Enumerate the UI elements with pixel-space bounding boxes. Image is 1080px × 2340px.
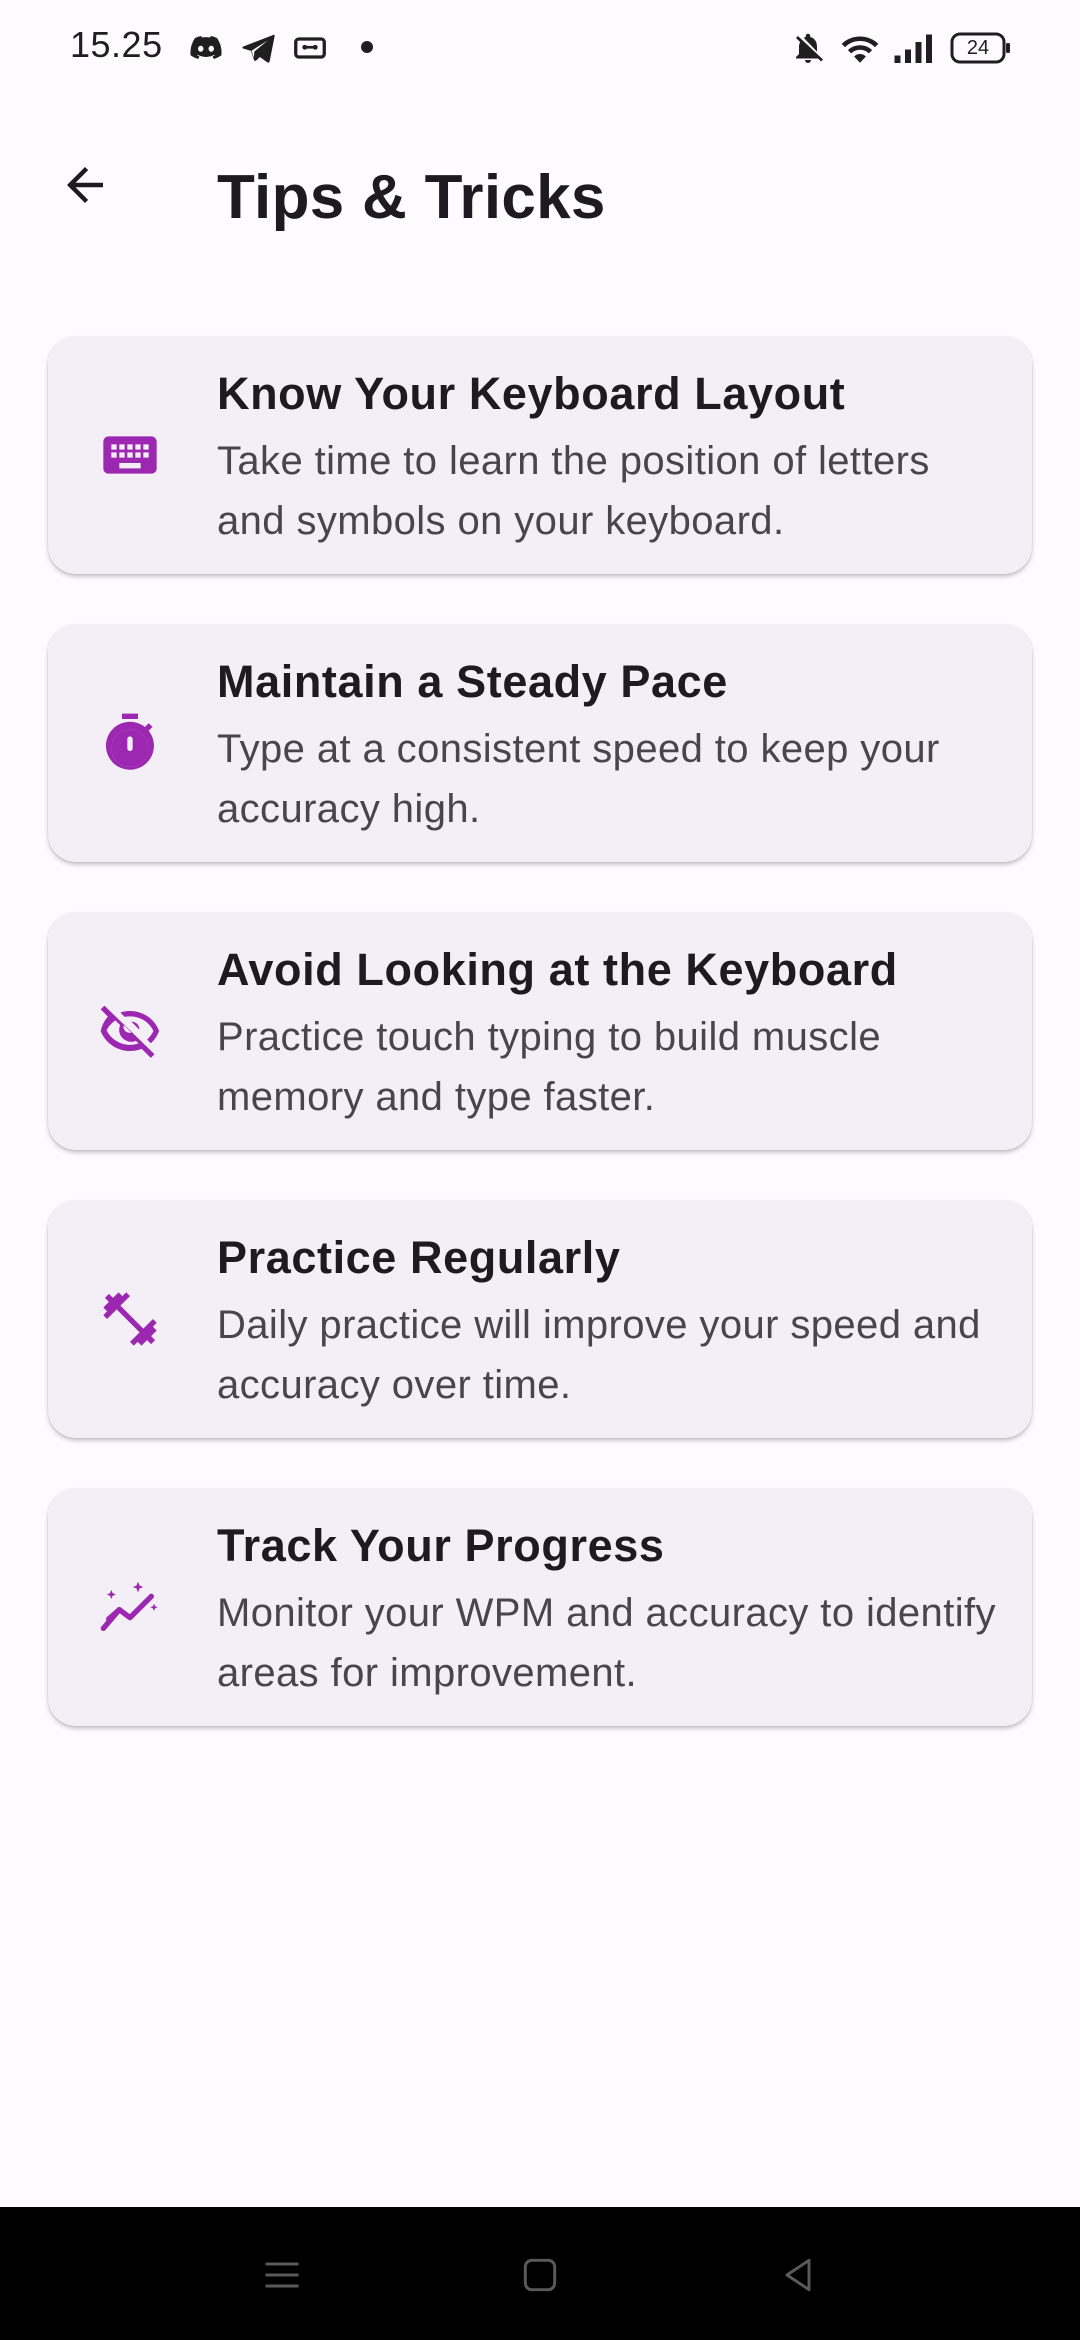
- back-triangle-icon: [785, 2258, 811, 2292]
- tip-title: Practice Regularly: [217, 1232, 621, 1283]
- fitness-icon: [98, 1287, 162, 1351]
- menu-icon: [265, 2262, 299, 2288]
- tip-card-steady-pace: Maintain a Steady Pace Type at a consist…: [48, 624, 1032, 862]
- tip-card-avoid-looking: Avoid Looking at the Keyboard Practice t…: [48, 912, 1032, 1150]
- system-nav-bar: [0, 2207, 1080, 2340]
- tip-description: Take time to learn the position of lette…: [217, 439, 930, 543]
- tip-description: Monitor your WPM and accuracy to identif…: [217, 1591, 996, 1695]
- menu-button[interactable]: [252, 2245, 312, 2305]
- page-title: Tips & Tricks: [217, 163, 606, 232]
- status-time: 15.25: [70, 24, 163, 65]
- discord-icon: [188, 30, 224, 71]
- signal-icon: [893, 30, 935, 71]
- battery-icon: 24: [950, 31, 1012, 70]
- arrow-left-icon: [67, 167, 103, 203]
- home-button[interactable]: [510, 2245, 570, 2305]
- cassette-icon: [292, 30, 328, 71]
- tip-description: Type at a consistent speed to keep your …: [217, 727, 940, 831]
- bell-off-icon: [790, 30, 826, 71]
- dot-icon: [360, 40, 374, 59]
- battery-level: 24: [966, 37, 990, 59]
- home-icon: [523, 2258, 557, 2292]
- timer-icon: [98, 711, 162, 775]
- keyboard-icon: [98, 423, 162, 487]
- telegram-icon: [240, 30, 276, 71]
- app-bar: Tips & Tricks: [0, 120, 1080, 240]
- tip-description: Daily practice will improve your speed a…: [217, 1303, 981, 1407]
- nav-back-button[interactable]: [768, 2245, 828, 2305]
- status-bar: 15.25 24: [0, 0, 1080, 96]
- wifi-icon: [840, 30, 880, 71]
- tip-card-practice-regularly: Practice Regularly Daily practice will i…: [48, 1200, 1032, 1438]
- back-button[interactable]: [40, 140, 130, 230]
- tip-card-track-progress: Track Your Progress Monitor your WPM and…: [48, 1488, 1032, 1726]
- tip-card-keyboard-layout: Know Your Keyboard Layout Take time to l…: [48, 336, 1032, 574]
- tip-title: Maintain a Steady Pace: [217, 656, 728, 707]
- tip-description: Practice touch typing to build muscle me…: [217, 1015, 882, 1119]
- tip-title: Track Your Progress: [217, 1520, 665, 1571]
- tip-title: Avoid Looking at the Keyboard: [217, 944, 898, 995]
- tip-title: Know Your Keyboard Layout: [217, 368, 846, 419]
- tips-list: Know Your Keyboard Layout Take time to l…: [48, 336, 1032, 1776]
- insights-icon: [98, 1575, 162, 1639]
- visibility-off-icon: [98, 999, 162, 1063]
